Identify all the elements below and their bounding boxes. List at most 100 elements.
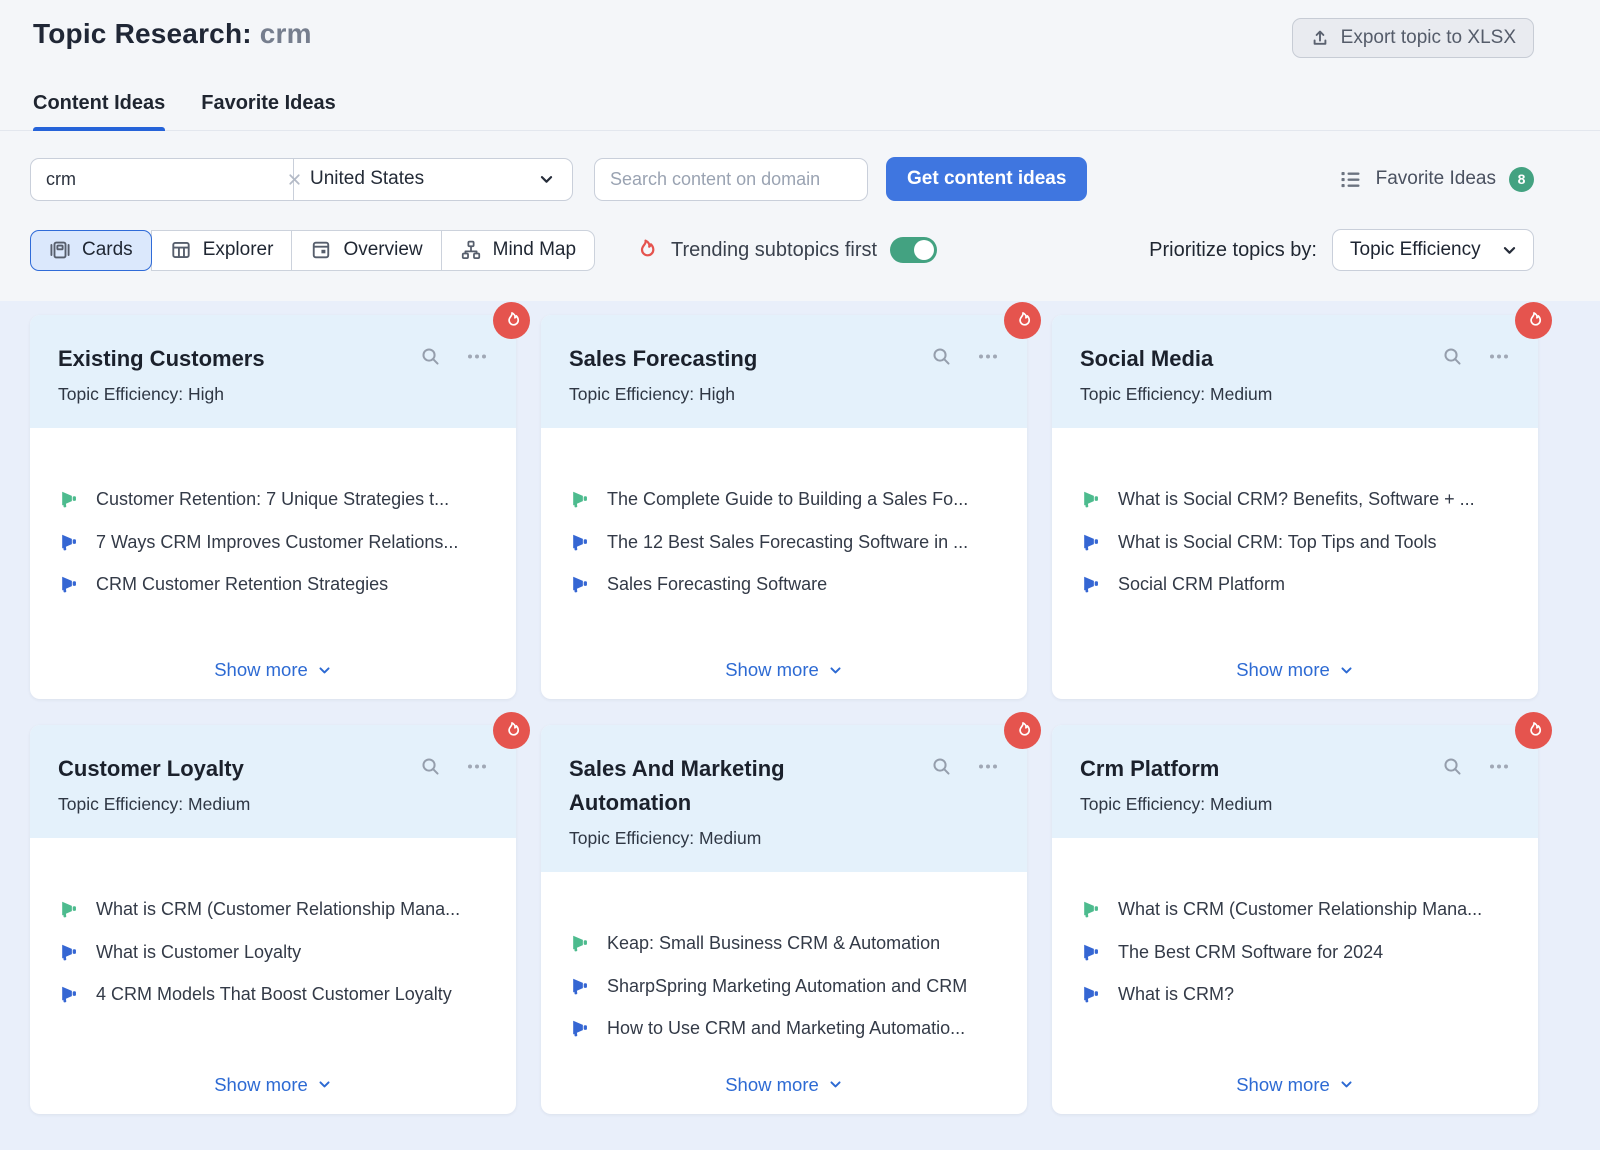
- card-more-options-icon[interactable]: [976, 756, 1000, 777]
- tab-bar: Content Ideas Favorite Ideas: [0, 92, 1600, 131]
- headline-list: Customer Retention: 7 Unique Strategies …: [30, 428, 516, 645]
- show-more-label: Show more: [725, 1074, 819, 1096]
- headline-item[interactable]: What is Customer Loyalty: [58, 941, 488, 964]
- prioritize-select-value: Topic Efficiency: [1350, 239, 1481, 261]
- headline-text: The Best CRM Software for 2024: [1118, 941, 1383, 964]
- headline-text: Customer Retention: 7 Unique Strategies …: [96, 488, 449, 511]
- megaphone-icon: [569, 574, 590, 595]
- headline-list: Keap: Small Business CRM & Automation Sh…: [541, 872, 1027, 1060]
- megaphone-icon: [58, 574, 79, 595]
- show-more-link[interactable]: Show more: [30, 1060, 516, 1114]
- headline-item[interactable]: SharpSpring Marketing Automation and CRM: [569, 975, 999, 998]
- page-title-query: crm: [260, 18, 312, 49]
- megaphone-icon: [569, 489, 590, 510]
- show-more-link[interactable]: Show more: [1052, 1060, 1538, 1114]
- chevron-down-icon: [1339, 663, 1354, 678]
- chevron-down-icon: [537, 170, 556, 189]
- headline-item[interactable]: The Best CRM Software for 2024: [1080, 941, 1510, 964]
- headline-item[interactable]: 4 CRM Models That Boost Customer Loyalty: [58, 983, 488, 1006]
- export-topic-button[interactable]: Export topic to XLSX: [1292, 18, 1534, 58]
- prioritize-control: Prioritize topics by: Topic Efficiency: [1149, 229, 1534, 271]
- megaphone-icon: [569, 976, 590, 997]
- headline-text: 7 Ways CRM Improves Customer Relations..…: [96, 531, 458, 554]
- headline-item[interactable]: CRM Customer Retention Strategies: [58, 573, 488, 596]
- tab-content-ideas[interactable]: Content Ideas: [33, 92, 165, 130]
- headline-item[interactable]: 7 Ways CRM Improves Customer Relations..…: [58, 531, 488, 554]
- headline-list: The Complete Guide to Building a Sales F…: [541, 428, 1027, 645]
- card-header: Customer Loyalty Topic Efficiency: Mediu…: [30, 725, 516, 838]
- trending-flame-badge: [493, 302, 530, 339]
- domain-search-input[interactable]: [594, 158, 868, 201]
- headline-item[interactable]: What is Social CRM: Top Tips and Tools: [1080, 531, 1510, 554]
- trending-toggle[interactable]: [890, 237, 937, 263]
- headline-item[interactable]: The 12 Best Sales Forecasting Software i…: [569, 531, 999, 554]
- upload-icon: [1310, 28, 1330, 48]
- headline-item[interactable]: What is CRM (Customer Relationship Mana.…: [1080, 898, 1510, 921]
- card-search-icon[interactable]: [931, 756, 952, 777]
- controls-row: Cards Explorer Overview Mind Map Trendin…: [0, 229, 1600, 271]
- get-content-ideas-button[interactable]: Get content ideas: [886, 157, 1087, 201]
- headline-item[interactable]: Social CRM Platform: [1080, 573, 1510, 596]
- mindmap-view-icon: [460, 239, 482, 261]
- headline-item[interactable]: What is CRM (Customer Relationship Mana.…: [58, 898, 488, 921]
- headline-item[interactable]: What is CRM?: [1080, 983, 1510, 1006]
- prioritize-select[interactable]: Topic Efficiency: [1332, 229, 1534, 271]
- headline-item[interactable]: How to Use CRM and Marketing Automatio..…: [569, 1017, 999, 1040]
- headline-text: SharpSpring Marketing Automation and CRM: [607, 975, 967, 998]
- trending-flame-badge: [1004, 302, 1041, 339]
- card-more-options-icon[interactable]: [465, 346, 489, 367]
- topic-card: Existing Customers Topic Efficiency: Hig…: [30, 315, 516, 699]
- view-overview-button[interactable]: Overview: [291, 230, 441, 271]
- headline-text: What is Customer Loyalty: [96, 941, 301, 964]
- headline-item[interactable]: Keap: Small Business CRM & Automation: [569, 932, 999, 955]
- headline-text: What is CRM (Customer Relationship Mana.…: [96, 898, 460, 921]
- headline-item[interactable]: The Complete Guide to Building a Sales F…: [569, 488, 999, 511]
- view-explorer-button[interactable]: Explorer: [151, 230, 293, 271]
- card-more-options-icon[interactable]: [976, 346, 1000, 367]
- card-actions: [931, 756, 1000, 777]
- card-more-options-icon[interactable]: [1487, 756, 1511, 777]
- view-mindmap-button[interactable]: Mind Map: [441, 230, 595, 271]
- show-more-link[interactable]: Show more: [541, 1060, 1027, 1114]
- megaphone-icon: [58, 899, 79, 920]
- page-title: Topic Research: crm: [33, 18, 312, 50]
- chevron-down-icon: [828, 663, 843, 678]
- megaphone-icon: [569, 1018, 590, 1039]
- headline-list: What is CRM (Customer Relationship Mana.…: [30, 838, 516, 1060]
- chevron-down-icon: [828, 1077, 843, 1092]
- tab-favorite-ideas[interactable]: Favorite Ideas: [201, 92, 336, 130]
- headline-item[interactable]: What is Social CRM? Benefits, Software +…: [1080, 488, 1510, 511]
- card-header: Social Media Topic Efficiency: Medium: [1052, 315, 1538, 428]
- topic-query-input[interactable]: [31, 169, 286, 190]
- show-more-label: Show more: [725, 659, 819, 681]
- export-button-label: Export topic to XLSX: [1341, 27, 1516, 49]
- page-title-label: Topic Research:: [33, 18, 252, 49]
- headline-text: What is Social CRM? Benefits, Software +…: [1118, 488, 1475, 511]
- card-more-options-icon[interactable]: [465, 756, 489, 777]
- card-actions: [1442, 756, 1511, 777]
- chevron-down-icon: [1339, 1077, 1354, 1092]
- trending-flame-badge: [1515, 302, 1552, 339]
- card-search-icon[interactable]: [420, 756, 441, 777]
- megaphone-icon: [569, 933, 590, 954]
- headline-item[interactable]: Sales Forecasting Software: [569, 573, 999, 596]
- megaphone-icon: [1080, 899, 1101, 920]
- megaphone-icon: [1080, 532, 1101, 553]
- card-search-icon[interactable]: [1442, 346, 1463, 367]
- card-search-icon[interactable]: [420, 346, 441, 367]
- list-icon: [1338, 167, 1363, 192]
- show-more-link[interactable]: Show more: [541, 645, 1027, 699]
- query-wrap: [31, 159, 294, 200]
- chevron-down-icon: [317, 663, 332, 678]
- topic-card: Social Media Topic Efficiency: Medium Wh…: [1052, 315, 1538, 699]
- card-more-options-icon[interactable]: [1487, 346, 1511, 367]
- show-more-link[interactable]: Show more: [30, 645, 516, 699]
- headline-item[interactable]: Customer Retention: 7 Unique Strategies …: [58, 488, 488, 511]
- favorite-ideas-link[interactable]: Favorite Ideas 8: [1338, 167, 1534, 192]
- show-more-link[interactable]: Show more: [1052, 645, 1538, 699]
- card-search-icon[interactable]: [1442, 756, 1463, 777]
- view-cards-button[interactable]: Cards: [30, 230, 152, 271]
- card-topic-efficiency: Topic Efficiency: Medium: [1080, 384, 1510, 405]
- card-search-icon[interactable]: [931, 346, 952, 367]
- country-select[interactable]: United States: [294, 159, 572, 200]
